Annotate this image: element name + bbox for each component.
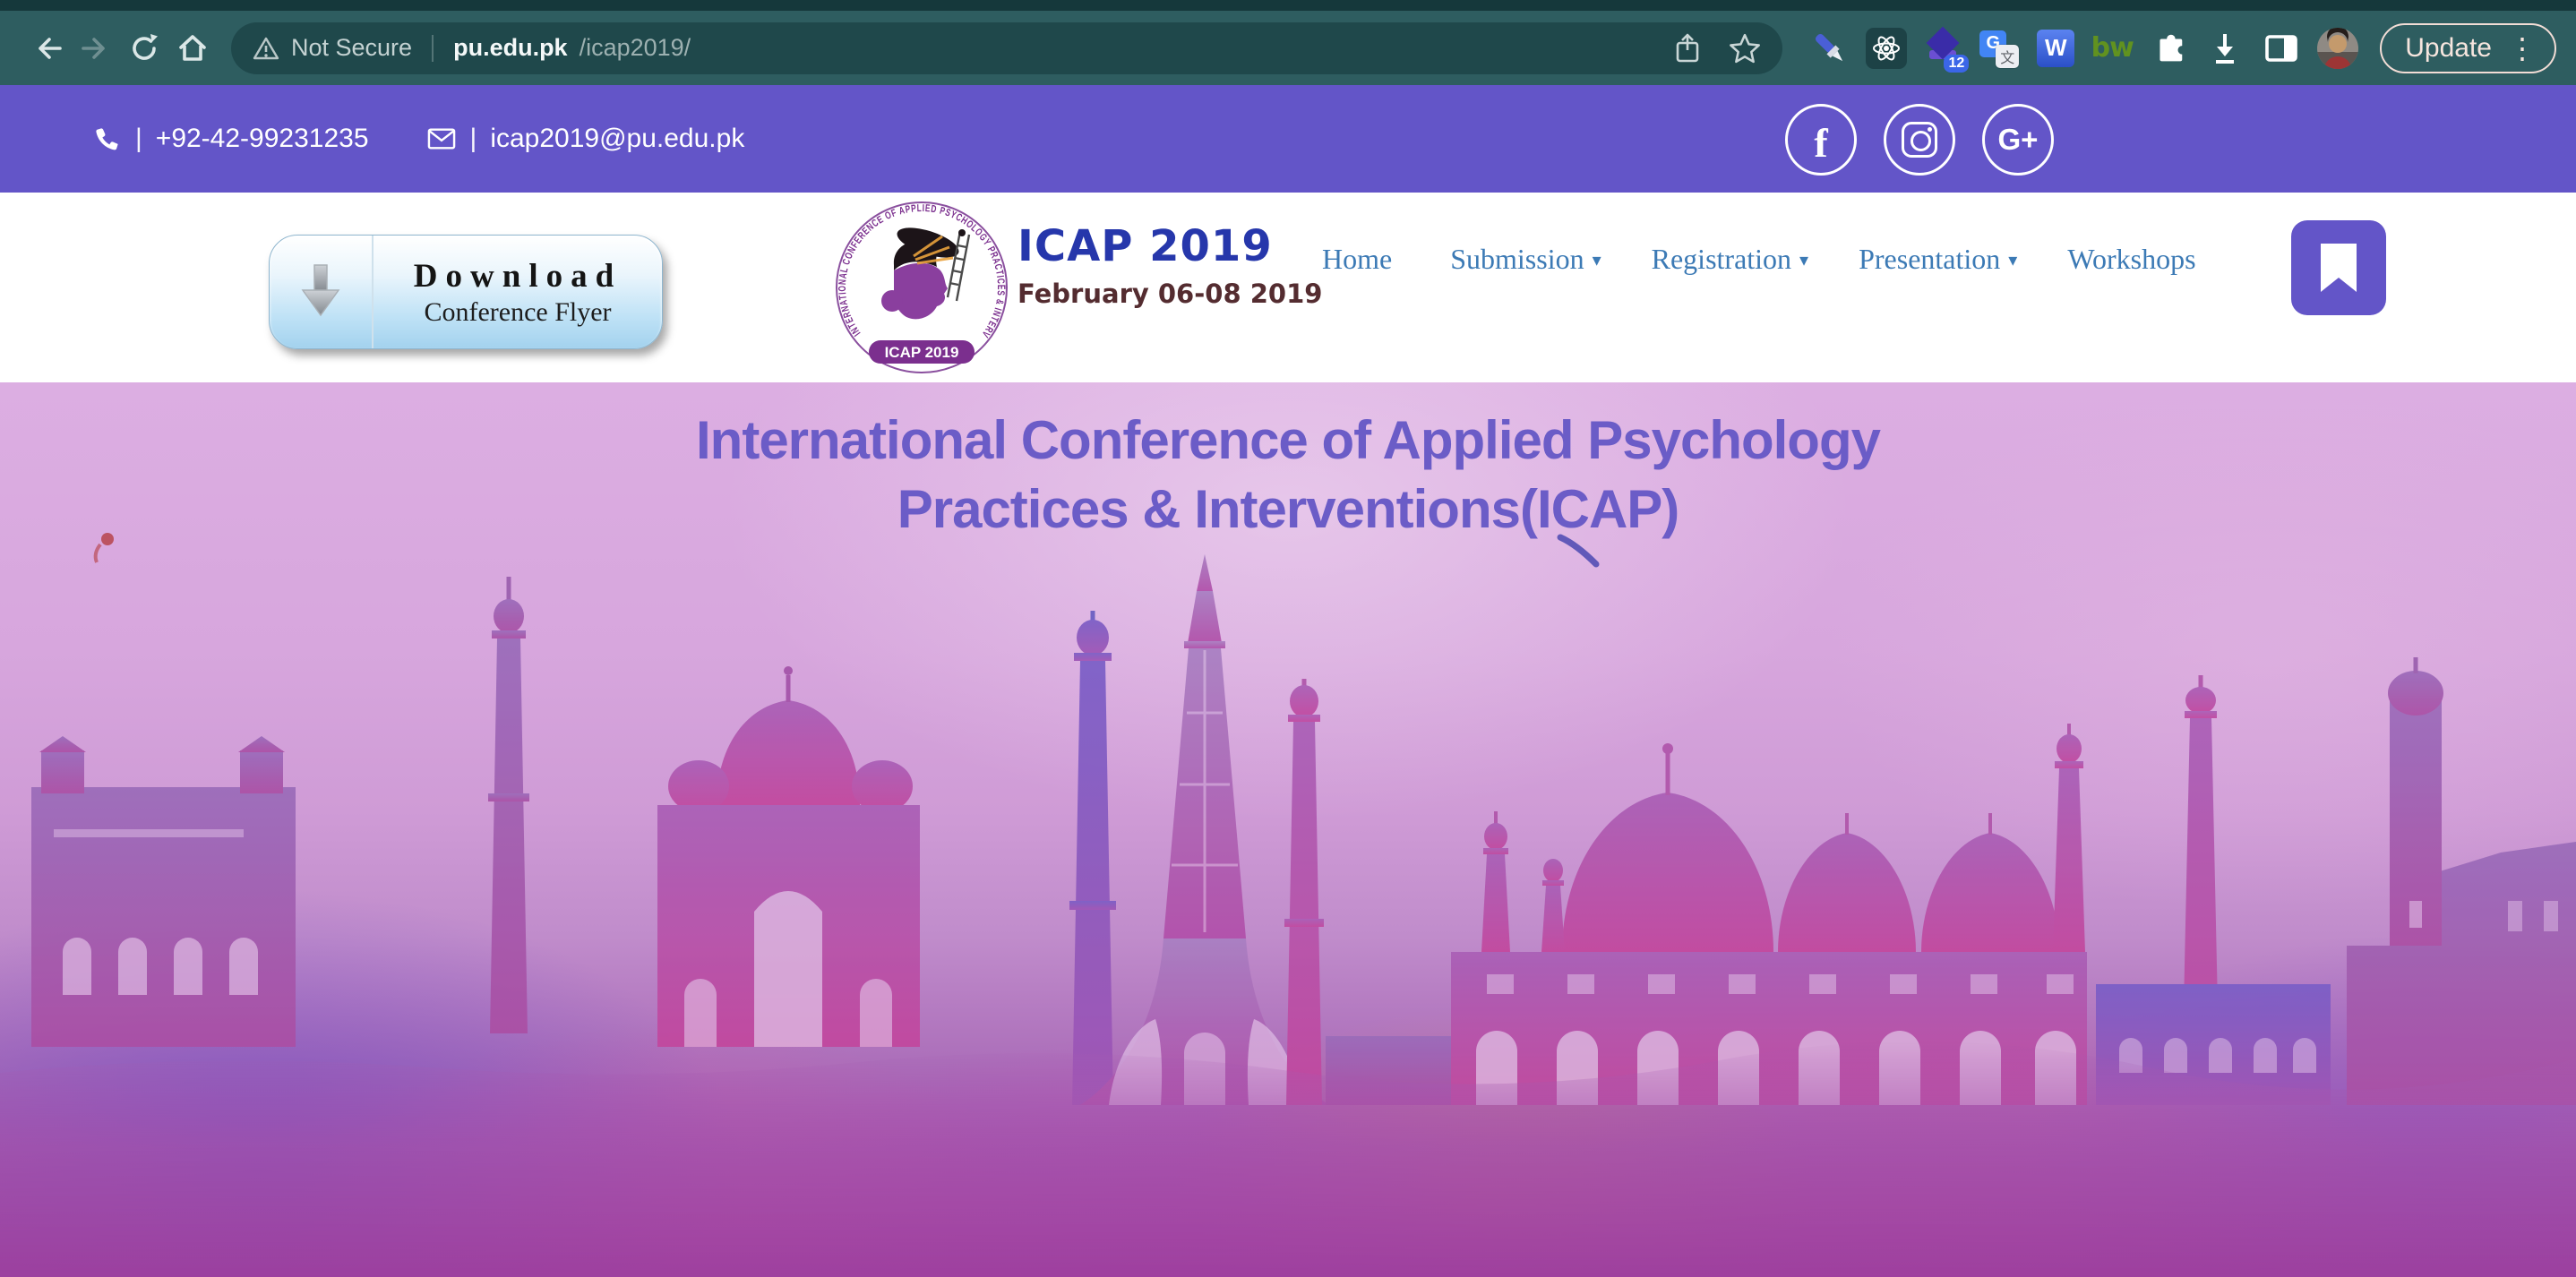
bw-icon: bw: [2091, 32, 2134, 64]
word-extension-icon[interactable]: W: [2035, 28, 2076, 69]
hero-title-line2: Practices & Interventions(ICAP): [0, 475, 2576, 544]
email-address[interactable]: icap2019@pu.edu.pk: [490, 124, 744, 154]
translate-char-glyph: 文: [1996, 45, 2019, 68]
browser-chrome: Not Secure pu.edu.pk /icap2019/ 12: [0, 0, 2576, 85]
nav-item-presentation[interactable]: Presentation ▾: [1859, 243, 2017, 276]
nav-item-home[interactable]: Home: [1322, 243, 1400, 276]
facebook-link[interactable]: f: [1785, 104, 1857, 176]
avatar-photo: [2317, 28, 2358, 69]
icap-logo[interactable]: INTERNATIONAL CONFERENCE OF APPLIED PSYC…: [835, 201, 1009, 374]
nav-label: Presentation: [1859, 243, 2000, 275]
home-button[interactable]: [168, 24, 217, 73]
google-plus-link[interactable]: G+: [1982, 104, 2054, 176]
phone-separator: |: [135, 124, 142, 154]
instagram-link[interactable]: [1884, 104, 1955, 176]
site-brand: ICAP 2019 February 06-08 2019: [1018, 221, 1322, 309]
download-icon: [2205, 29, 2245, 68]
extension-badge: 12: [1944, 55, 1969, 73]
caret-down-icon: ▾: [2008, 249, 2017, 271]
download-arrow-icon: [296, 260, 346, 324]
bitwarden-extension-icon[interactable]: bw: [2091, 28, 2133, 69]
extensions-menu-button[interactable]: [2148, 28, 2189, 69]
not-secure-warning-icon: [253, 35, 279, 62]
flyer-line1: Download: [374, 257, 662, 296]
caret-down-icon: ▾: [1593, 249, 1601, 271]
contact-topbar: | +92-42-99231235 | icap2019@pu.edu.pk f…: [0, 85, 2576, 193]
translate-icon: G 文: [1979, 29, 2019, 68]
purple-diamond-extension-icon[interactable]: 12: [1922, 28, 1963, 69]
url-path: /icap2019/: [580, 34, 691, 62]
icap-logo-graphic: INTERNATIONAL CONFERENCE OF APPLIED PSYC…: [835, 201, 1009, 374]
downloads-button[interactable]: [2204, 28, 2245, 69]
eyedropper-icon: [1810, 29, 1850, 68]
email-separator: |: [470, 124, 477, 154]
nav-item-submission[interactable]: Submission ▾: [1450, 243, 1601, 276]
nav-label: Registration: [1652, 243, 1791, 275]
reload-button[interactable]: [120, 24, 168, 73]
browser-tab-strip: [0, 0, 2576, 11]
hero-title: International Conference of Applied Psyc…: [0, 406, 2576, 544]
update-button[interactable]: Update ⋮: [2380, 23, 2556, 73]
share-icon[interactable]: [1671, 31, 1704, 65]
instagram-icon: [1902, 122, 1937, 158]
phone-number[interactable]: +92-42-99231235: [156, 124, 369, 154]
nav-label: Workshops: [2067, 243, 2195, 275]
site-header: Download Conference Flyer INTERNATIONAL …: [0, 193, 2576, 382]
nav-item-workshops[interactable]: Workshops: [2067, 243, 2203, 276]
browser-toolbar: Not Secure pu.edu.pk /icap2019/ 12: [0, 11, 2576, 85]
lahore-skyline-illustration: [0, 525, 2576, 1277]
bookmark-star-icon[interactable]: [1729, 32, 1761, 64]
back-arrow-icon: [28, 29, 67, 68]
react-atom-icon: [1866, 28, 1907, 69]
nav-label: Submission: [1450, 243, 1584, 275]
bookmark-icon: [2321, 244, 2357, 292]
caret-down-icon: ▾: [1799, 249, 1808, 271]
site-title: ICAP 2019: [1018, 221, 1322, 271]
forward-arrow-icon: [76, 29, 116, 68]
nav-item-registration[interactable]: Registration ▾: [1652, 243, 1808, 276]
facebook-icon: f: [1814, 119, 1827, 167]
forward-button[interactable]: [72, 24, 120, 73]
url-domain: pu.edu.pk: [453, 34, 568, 62]
diamond-icon: 12: [1923, 29, 1962, 68]
contact-info: | +92-42-99231235 | icap2019@pu.edu.pk: [93, 85, 744, 193]
react-devtools-extension-icon[interactable]: [1866, 28, 1907, 69]
email-icon: [426, 125, 457, 152]
reload-icon: [125, 29, 164, 68]
download-flyer-button[interactable]: Download Conference Flyer: [269, 235, 663, 349]
social-links: f G+: [1785, 104, 2054, 176]
address-divider: [432, 35, 434, 62]
hero-banner: International Conference of Applied Psyc…: [0, 382, 2576, 1277]
flyer-arrow-zone: [270, 236, 374, 348]
side-panel-icon: [2262, 29, 2301, 68]
google-translate-extension-icon[interactable]: G 文: [1979, 28, 2020, 69]
bookmark-button[interactable]: [2291, 220, 2386, 315]
side-panel-button[interactable]: [2261, 28, 2302, 69]
browser-menu-icon[interactable]: ⋮: [2508, 34, 2537, 63]
back-button[interactable]: [23, 24, 72, 73]
main-navigation: Home Submission ▾ Registration ▾ Presentat…: [1322, 234, 2204, 284]
update-label: Update: [2405, 33, 2492, 64]
w-icon: W: [2037, 30, 2074, 67]
logo-badge-text: ICAP 2019: [885, 344, 959, 361]
google-plus-icon: G+: [1998, 123, 2039, 157]
phone-icon: [93, 124, 122, 153]
hero-title-line1: International Conference of Applied Psyc…: [0, 406, 2576, 475]
home-icon: [173, 29, 212, 68]
security-label: Not Secure: [291, 34, 412, 62]
flyer-button-text: Download Conference Flyer: [374, 257, 662, 328]
site-date: February 06-08 2019: [1018, 279, 1322, 309]
extensions-area: 12 G 文 W bw: [1809, 28, 2358, 69]
profile-avatar[interactable]: [2317, 28, 2358, 69]
color-picker-extension-icon[interactable]: [1809, 28, 1850, 69]
puzzle-piece-icon: [2150, 30, 2187, 67]
nav-label: Home: [1322, 243, 1392, 275]
address-bar[interactable]: Not Secure pu.edu.pk /icap2019/: [231, 22, 1782, 74]
flyer-line2: Conference Flyer: [374, 297, 662, 328]
